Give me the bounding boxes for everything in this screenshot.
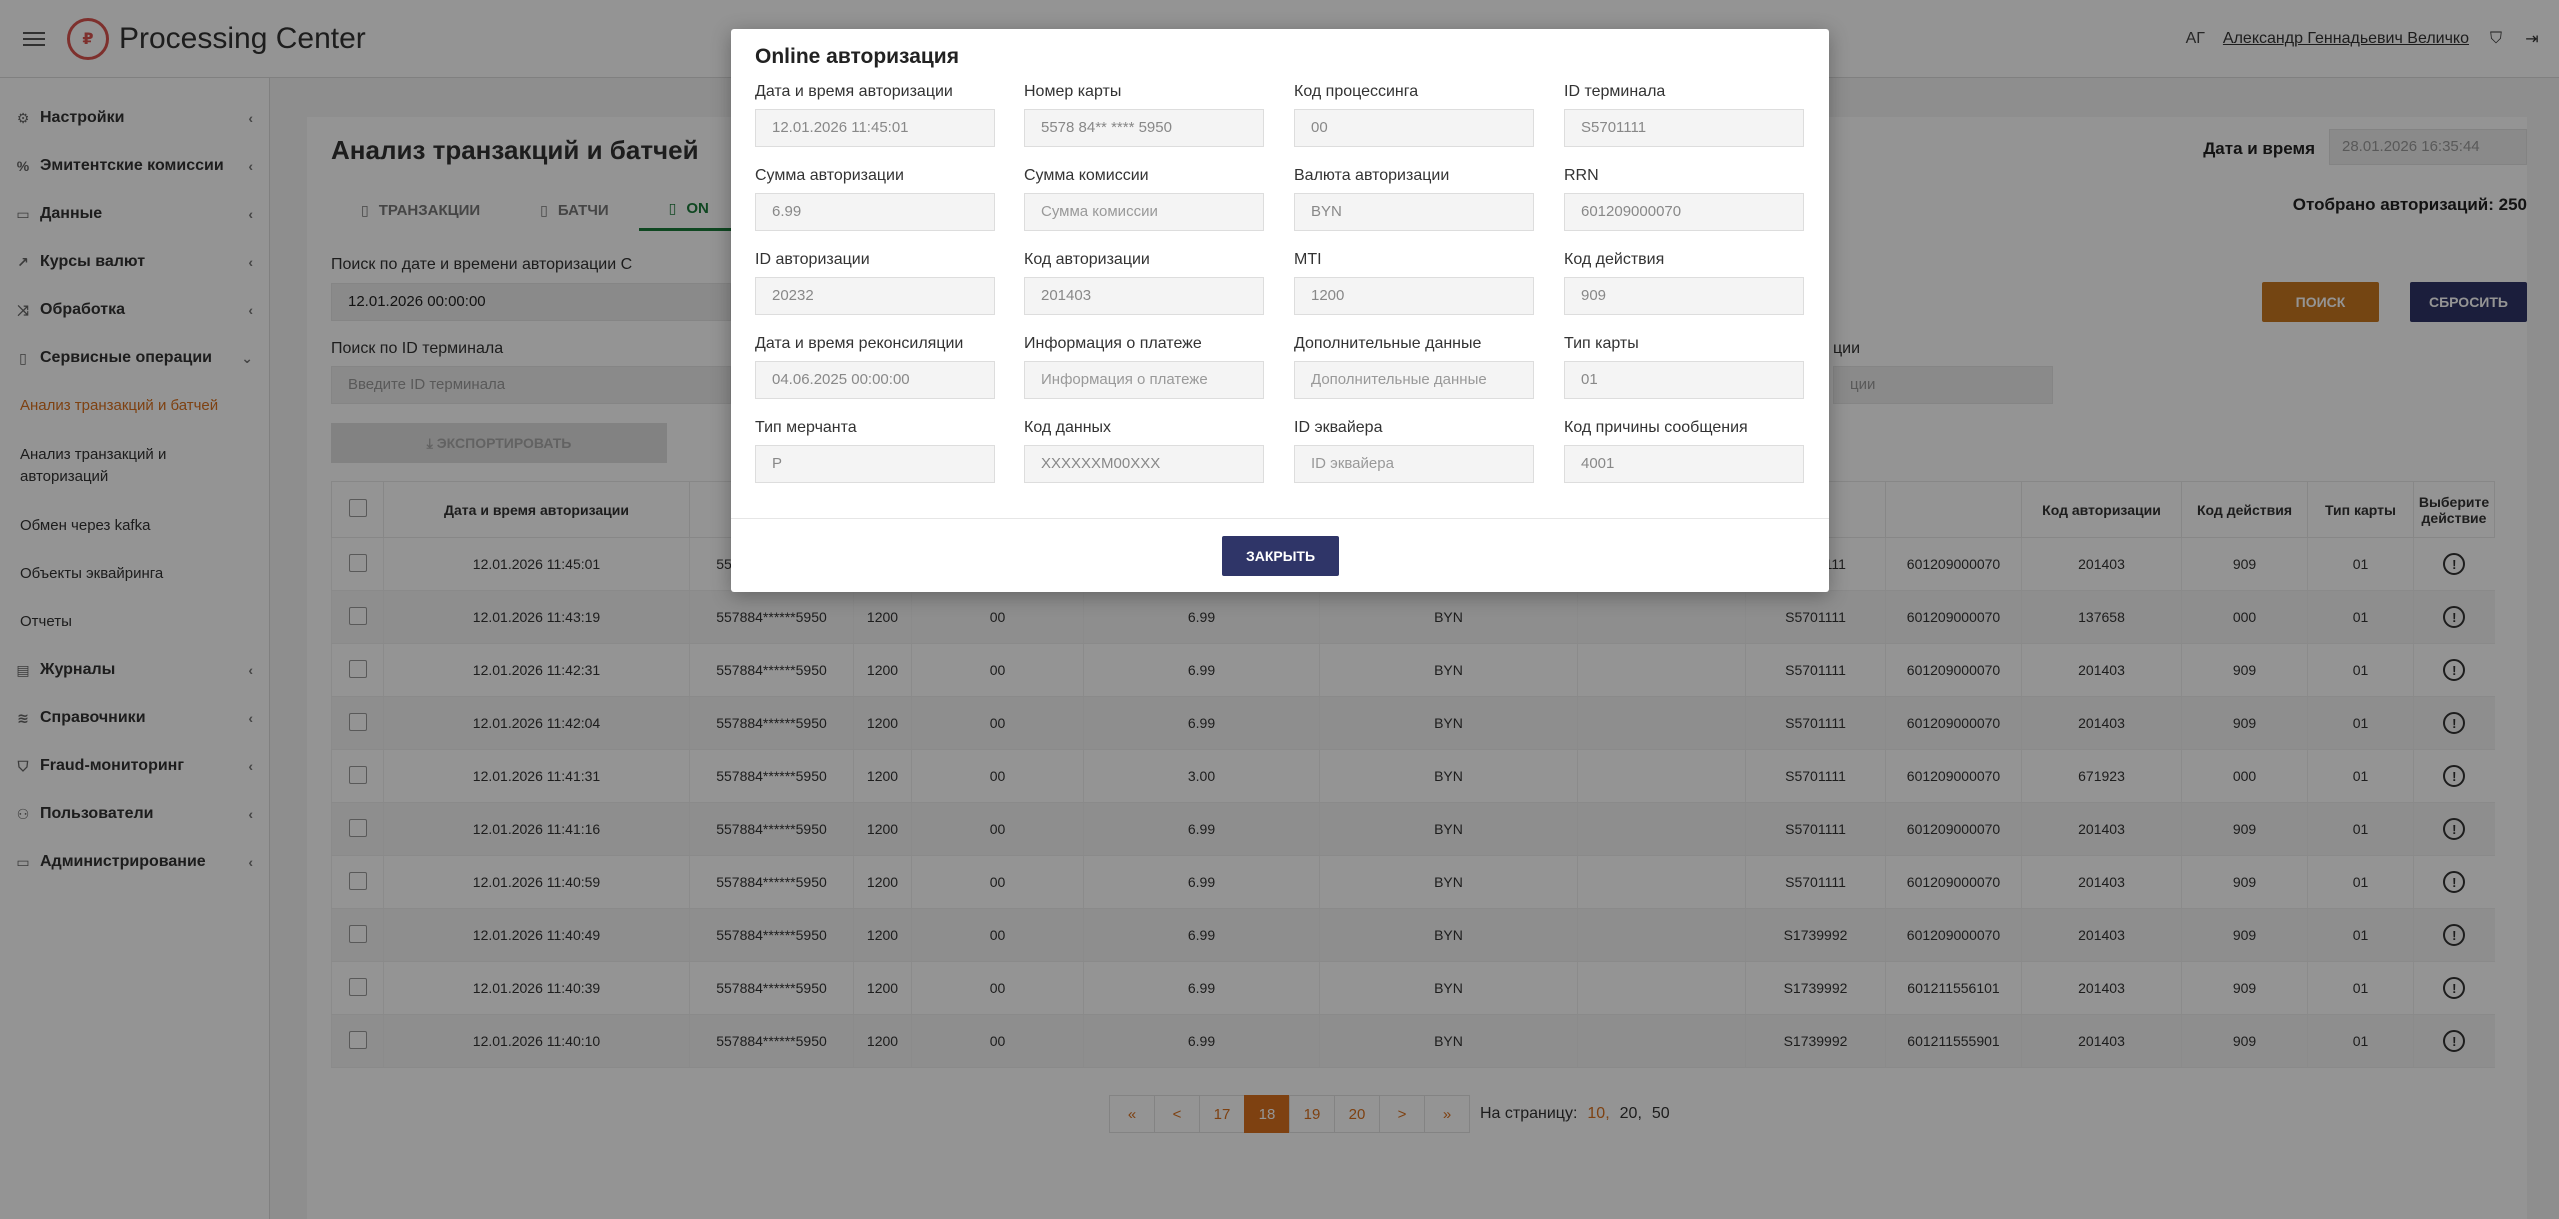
field-label: Информация о платеже	[1024, 335, 1202, 352]
field-label: Сумма комиссии	[1024, 167, 1149, 184]
field-input[interactable]: 6.99	[755, 193, 995, 231]
field-label: ID эквайера	[1294, 419, 1383, 436]
field-label: Номер карты	[1024, 83, 1122, 100]
field-label: Сумма авторизации	[755, 167, 904, 184]
online-auth-modal: Online авторизация Дата и время авториза…	[731, 29, 1829, 592]
field-label: Код авторизации	[1024, 251, 1150, 268]
field-label: Код причины сообщения	[1564, 419, 1748, 436]
field-input[interactable]: 04.06.2025 00:00:00	[755, 361, 995, 399]
field-input[interactable]: 1200	[1294, 277, 1534, 315]
field-label: Дата и время авторизации	[755, 83, 953, 100]
field-label: ID авторизации	[755, 251, 870, 268]
field-label: Дополнительные данные	[1294, 335, 1482, 352]
field-input[interactable]: XXXXXXM00XXX	[1024, 445, 1264, 483]
field-label: Валюта авторизации	[1294, 167, 1450, 184]
close-button[interactable]: ЗАКРЫТЬ	[1222, 536, 1339, 576]
field-input[interactable]: Информация о платеже	[1024, 361, 1264, 399]
field-label: Дата и время реконсиляции	[755, 335, 964, 352]
field-input[interactable]: Дополнительные данные	[1294, 361, 1534, 399]
field-input[interactable]: BYN	[1294, 193, 1534, 231]
field-label: Код процессинга	[1294, 83, 1419, 100]
field-input[interactable]: 00	[1294, 109, 1534, 147]
field-input[interactable]: 201403	[1024, 277, 1264, 315]
field-input[interactable]: 20232	[755, 277, 995, 315]
field-input[interactable]: 4001	[1564, 445, 1804, 483]
field-label: Тип карты	[1564, 335, 1639, 352]
field-input[interactable]: S5701111	[1564, 109, 1804, 147]
field-input[interactable]: 909	[1564, 277, 1804, 315]
modal-divider	[731, 518, 1829, 519]
field-label: RRN	[1564, 167, 1599, 184]
field-input[interactable]: 601209000070	[1564, 193, 1804, 231]
field-label: Код данных	[1024, 419, 1112, 436]
field-label: Код действия	[1564, 251, 1665, 268]
field-label: MTI	[1294, 251, 1322, 268]
field-label: Тип мерчанта	[755, 419, 857, 436]
field-input[interactable]: 01	[1564, 361, 1804, 399]
field-input[interactable]: P	[755, 445, 995, 483]
modal-title: Online авторизация	[755, 45, 959, 68]
field-input[interactable]: 5578 84** **** 5950	[1024, 109, 1264, 147]
field-input[interactable]: ID эквайера	[1294, 445, 1534, 483]
field-input[interactable]: Сумма комиссии	[1024, 193, 1264, 231]
field-label: ID терминала	[1564, 83, 1666, 100]
field-input[interactable]: 12.01.2026 11:45:01	[755, 109, 995, 147]
